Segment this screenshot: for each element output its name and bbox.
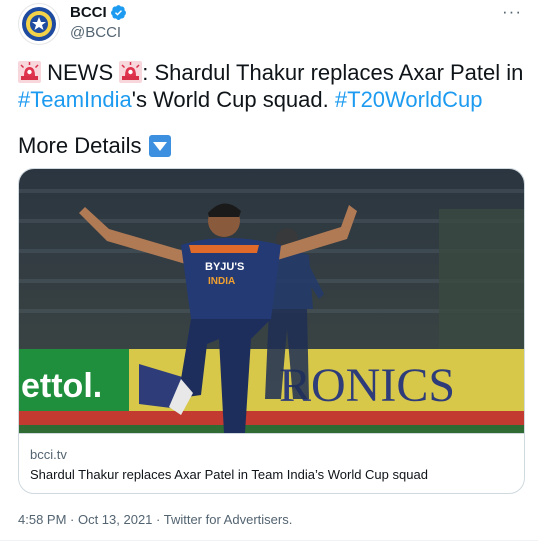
police-light-icon xyxy=(18,61,41,83)
more-details-line: More Details xyxy=(18,132,172,159)
avatar[interactable] xyxy=(18,3,60,45)
bcci-logo-icon xyxy=(22,7,56,41)
card-domain: bcci.tv xyxy=(30,447,67,462)
hashtag-teamindia-link[interactable]: #TeamIndia xyxy=(18,87,132,112)
tweet: BCCI @BCCI ··· NEWS : Shardul Thakur rep… xyxy=(0,0,538,549)
verified-badge-icon xyxy=(110,5,126,20)
author-handle[interactable]: @BCCI xyxy=(70,24,121,41)
divider xyxy=(0,540,538,541)
jersey-text: BYJU'S xyxy=(205,261,244,273)
card-image[interactable]: ettol. RONICS BYJU'S INDIA xyxy=(19,169,524,433)
author-name[interactable]: BCCI xyxy=(70,4,107,21)
author-name-line: BCCI xyxy=(70,4,127,21)
more-details-text: More Details xyxy=(18,133,142,158)
cricket-photo: ettol. RONICS BYJU'S INDIA xyxy=(19,169,524,433)
tweet-text: NEWS : Shardul Thakur replaces Axar Pate… xyxy=(18,59,528,113)
tweet-timestamp[interactable]: 4:58 PM · Oct 13, 2021 · Twitter for Adv… xyxy=(18,512,292,527)
card-meta[interactable]: bcci.tv Shardul Thakur replaces Axar Pat… xyxy=(19,433,524,493)
headline-text: : Shardul Thakur replaces Axar Patel in xyxy=(142,60,524,85)
news-word: NEWS xyxy=(47,60,114,85)
link-card[interactable]: ettol. RONICS BYJU'S INDIA bcci.tv Shard… xyxy=(18,168,525,494)
police-light-icon xyxy=(119,61,143,83)
headline-text-2: 's World Cup squad. xyxy=(131,87,329,112)
more-options-icon[interactable]: ··· xyxy=(502,2,522,22)
sign-left-text: ettol. xyxy=(21,367,102,405)
down-arrow-icon xyxy=(149,134,172,157)
jersey-text-2: INDIA xyxy=(208,276,235,287)
card-title: Shardul Thakur replaces Axar Patel in Te… xyxy=(30,467,428,482)
hashtag-t20worldcup-link[interactable]: #T20WorldCup xyxy=(335,87,483,112)
